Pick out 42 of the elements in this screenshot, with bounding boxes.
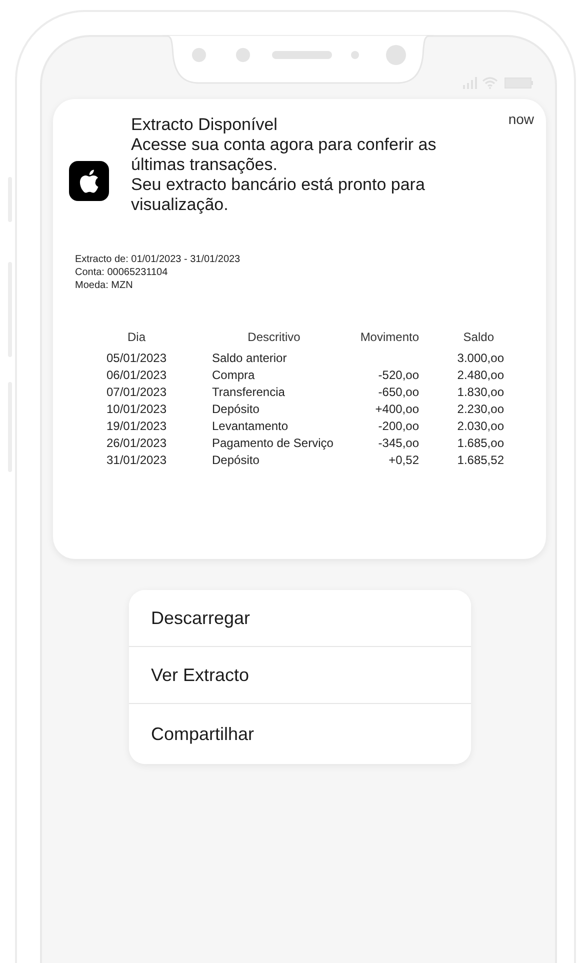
- table-cell-text: 26/01/2023: [105, 436, 168, 451]
- menu-item[interactable]: Ver Extracto: [129, 647, 471, 704]
- notification-time: now: [508, 111, 534, 127]
- notification-message: Seu extracto bancário está pronto para visualização.: [131, 175, 426, 215]
- table-cell-text: 05/01/2023: [105, 351, 168, 366]
- column-header: Saldo: [462, 330, 495, 345]
- table-cell-text: 2.230,oo: [456, 402, 504, 417]
- notification-message: Acesse sua conta agora para conferir as últimas transações.: [131, 135, 438, 175]
- table-cell-text: 31/01/2023: [105, 453, 168, 468]
- table-cell-text: Saldo anterior: [211, 351, 288, 366]
- column-header: Movimento: [359, 330, 419, 345]
- table-cell-text: 1.685,52: [456, 453, 504, 468]
- table-cell-text: 2.480,oo: [456, 368, 504, 383]
- statement-info: Moeda: MZN: [75, 279, 134, 292]
- table-cell-text: -650,oo: [377, 385, 419, 400]
- table-cell-text: 19/01/2023: [105, 419, 168, 434]
- notification-title: Extracto Disponível: [131, 115, 278, 135]
- table-cell-text: 3.000,oo: [456, 351, 504, 366]
- table-cell-text: -345,oo: [377, 436, 419, 451]
- column-header: Descritivo: [246, 330, 302, 345]
- table-cell-text: Transferencia: [211, 385, 286, 400]
- table-cell-text: 2.030,oo: [456, 419, 504, 434]
- table-cell-text: 10/01/2023: [105, 402, 168, 417]
- table-cell-text: Levantamento: [211, 419, 290, 434]
- table-cell-text: Depósito: [211, 402, 260, 417]
- table-cell-text: -520,oo: [377, 368, 419, 383]
- table-cell-text: 06/01/2023: [105, 368, 168, 383]
- table-cell-text: Depósito: [211, 453, 260, 468]
- column-header: Dia: [126, 330, 146, 345]
- table-cell-text: Pagamento de Serviço: [211, 436, 334, 451]
- table-cell-text: +400,oo: [374, 402, 419, 417]
- menu-item[interactable]: Descarregar: [129, 590, 471, 647]
- table-cell-text: Compra: [211, 368, 256, 383]
- table-cell-text: -200,oo: [377, 419, 419, 434]
- statement-info: Conta: 00065231104: [75, 266, 169, 279]
- menu-item[interactable]: Compartilhar: [129, 704, 471, 764]
- table-cell-text: 07/01/2023: [105, 385, 168, 400]
- table-cell-text: +0,52: [388, 453, 419, 468]
- statement-info: Extracto de: 01/01/2023 - 31/01/2023: [75, 253, 242, 266]
- table-cell-text: 1.685,oo: [456, 436, 504, 451]
- table-cell-text: 1.830,oo: [456, 385, 504, 400]
- apple-icon: [69, 161, 109, 201]
